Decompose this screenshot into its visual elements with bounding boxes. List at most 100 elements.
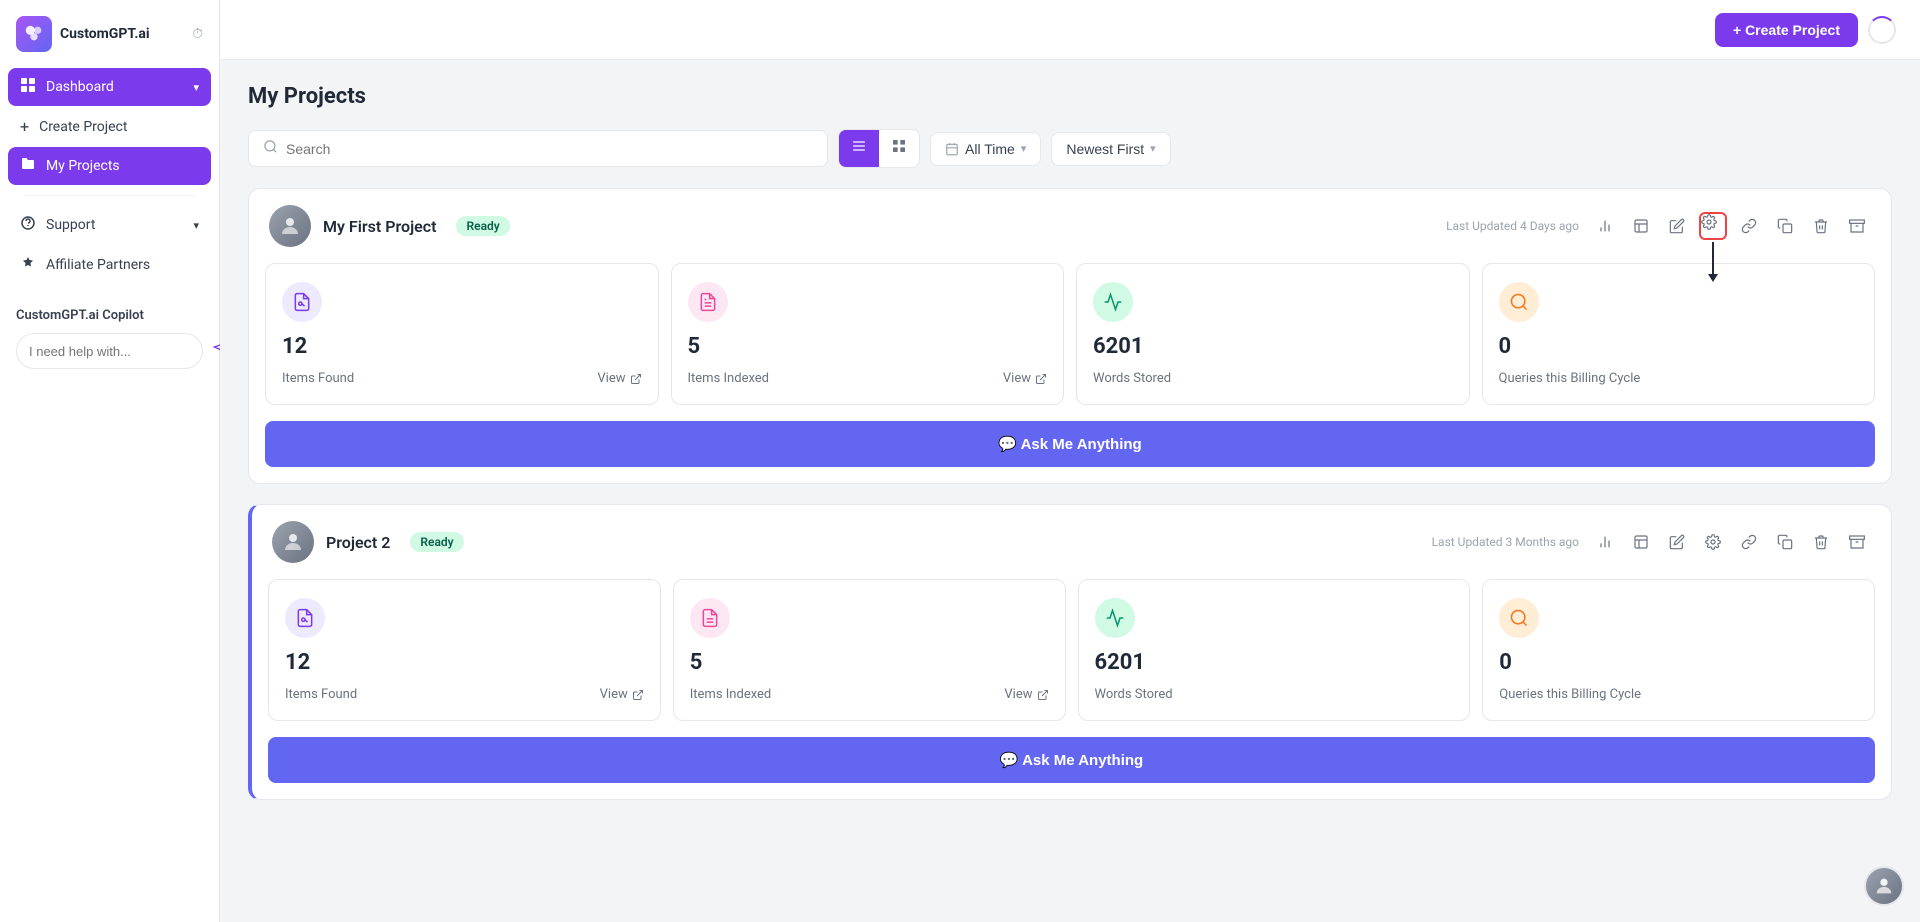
project-1-stat-items-found: 12 Items Found View xyxy=(265,263,659,405)
project-2-queries-label: Queries this Billing Cycle xyxy=(1499,687,1641,702)
project-card-1: My First Project Ready Last Updated 4 Da… xyxy=(248,188,1892,484)
project-2-archive-icon[interactable] xyxy=(1843,528,1871,556)
project-2-items-indexed-number: 5 xyxy=(690,650,1049,675)
project-2-avatar xyxy=(272,521,314,563)
page-title: My Projects xyxy=(248,84,1892,109)
sidebar-item-my-projects[interactable]: My Projects xyxy=(8,147,211,185)
my-projects-label: My Projects xyxy=(46,158,120,174)
project-1-stat-items-indexed: 5 Items Indexed View xyxy=(671,263,1065,405)
items-found-icon-wrap xyxy=(282,282,322,322)
sort-filter-button[interactable]: Newest First ▾ xyxy=(1051,132,1170,166)
time-filter-button[interactable]: All Time ▾ xyxy=(930,132,1041,166)
project-1-avatar xyxy=(269,205,311,247)
create-project-button[interactable]: + Create Project xyxy=(1715,13,1858,47)
items-indexed-icon-wrap xyxy=(688,282,728,322)
copilot-title: CustomGPT.ai Copilot xyxy=(16,308,203,323)
project-1-delete-icon[interactable] xyxy=(1807,212,1835,240)
dashboard-icon xyxy=(20,77,36,97)
project-2-stat-items-indexed: 5 Items Indexed View xyxy=(673,579,1066,721)
sidebar-item-dashboard[interactable]: Dashboard ▾ xyxy=(8,68,211,106)
search-icon xyxy=(263,139,278,158)
project-1-sources-icon[interactable] xyxy=(1627,212,1655,240)
project-1-status: Ready xyxy=(456,216,509,236)
project-2-ask-button[interactable]: 💬 Ask Me Anything xyxy=(268,737,1875,783)
project-2-link-icon[interactable] xyxy=(1735,528,1763,556)
project-1-analytics-icon[interactable] xyxy=(1591,212,1619,240)
project-1-copy-icon[interactable] xyxy=(1771,212,1799,240)
project-2-queries-label-row: Queries this Billing Cycle xyxy=(1499,687,1858,702)
project-2-items-indexed-label-row: Items Indexed View xyxy=(690,687,1049,702)
time-filter-chevron-icon: ▾ xyxy=(1021,142,1027,155)
project-2-words-stored-label-row: Words Stored xyxy=(1095,687,1454,702)
project-2-settings-icon[interactable] xyxy=(1699,528,1727,556)
grid-view-button[interactable] xyxy=(879,130,919,167)
project-2-copy-icon[interactable] xyxy=(1771,528,1799,556)
logo-area: CustomGPT.ai ⏱ xyxy=(0,16,219,68)
sidebar-item-support[interactable]: Support ▾ xyxy=(8,206,211,244)
user-avatar-bottom[interactable] xyxy=(1864,866,1904,906)
project-1-header: My First Project Ready Last Updated 4 Da… xyxy=(249,189,1891,263)
sidebar: CustomGPT.ai ⏱ Dashboard ▾ + Create Proj… xyxy=(0,0,220,922)
p2-items-found-icon-wrap xyxy=(285,598,325,638)
project-2-words-stored-number: 6201 xyxy=(1095,650,1454,675)
project-1-stat-words-stored: 6201 Words Stored xyxy=(1076,263,1470,405)
project-1-items-found-view-link[interactable]: View xyxy=(597,371,641,386)
project-2-items-found-number: 12 xyxy=(285,650,644,675)
project-2-analytics-icon[interactable] xyxy=(1591,528,1619,556)
project-1-words-stored-number: 6201 xyxy=(1093,334,1453,359)
project-1-items-indexed-view-link[interactable]: View xyxy=(1003,371,1047,386)
project-1-items-found-label: Items Found xyxy=(282,371,354,386)
project-1-stats: 12 Items Found View xyxy=(249,263,1891,421)
project-2-items-found-view-link[interactable]: View xyxy=(600,687,644,702)
project-1-items-found-number: 12 xyxy=(282,334,642,359)
nav-divider xyxy=(24,195,195,196)
toolbar: All Time ▾ Newest First ▾ xyxy=(248,129,1892,168)
main-content: + Create Project My Projects xyxy=(220,0,1920,922)
copilot-input-wrap[interactable] xyxy=(16,333,203,369)
project-2-status: Ready xyxy=(410,532,463,552)
project-1-ask-button[interactable]: 💬 Ask Me Anything xyxy=(265,421,1875,467)
dashboard-label: Dashboard xyxy=(46,79,114,95)
create-project-label: Create Project xyxy=(39,119,127,135)
support-label: Support xyxy=(46,217,95,233)
sidebar-item-affiliate[interactable]: Affiliate Partners xyxy=(8,246,211,284)
project-2-items-found-label: Items Found xyxy=(285,687,357,702)
search-input[interactable] xyxy=(286,141,813,157)
project-2-edit-icon[interactable] xyxy=(1663,528,1691,556)
p2-items-indexed-icon-wrap xyxy=(690,598,730,638)
time-filter-label: All Time xyxy=(965,141,1015,157)
project-1-items-found-label-row: Items Found View xyxy=(282,371,642,386)
project-1-settings-icon[interactable] xyxy=(1699,212,1727,240)
project-1-link-icon[interactable] xyxy=(1735,212,1763,240)
search-wrap[interactable] xyxy=(248,130,828,167)
project-1-edit-icon[interactable] xyxy=(1663,212,1691,240)
project-1-queries-label: Queries this Billing Cycle xyxy=(1499,371,1641,386)
project-2-sources-icon[interactable] xyxy=(1627,528,1655,556)
sidebar-item-create-project[interactable]: + Create Project xyxy=(8,108,211,145)
copilot-input[interactable] xyxy=(29,344,205,359)
loading-spinner xyxy=(1868,16,1896,44)
project-1-queries-number: 0 xyxy=(1499,334,1859,359)
clock-icon[interactable]: ⏱ xyxy=(192,26,203,42)
list-view-button[interactable] xyxy=(839,130,879,167)
project-1-words-stored-label-row: Words Stored xyxy=(1093,371,1453,386)
project-1-action-icons xyxy=(1591,212,1871,240)
project-2-header: Project 2 Ready Last Updated 3 Months ag… xyxy=(252,505,1891,579)
affiliate-label: Affiliate Partners xyxy=(46,257,150,273)
project-2-delete-icon[interactable] xyxy=(1807,528,1835,556)
project-2-items-indexed-label: Items Indexed xyxy=(690,687,772,702)
logo-icon xyxy=(16,16,52,52)
project-1-archive-icon[interactable] xyxy=(1843,212,1871,240)
project-1-actions: Last Updated 4 Days ago xyxy=(1446,212,1871,240)
copilot-section: CustomGPT.ai Copilot xyxy=(0,292,219,385)
dashboard-chevron-icon: ▾ xyxy=(193,81,199,94)
project-2-actions: Last Updated 3 Months ago xyxy=(1432,528,1871,556)
project-1-items-indexed-number: 5 xyxy=(688,334,1048,359)
project-2-queries-number: 0 xyxy=(1499,650,1858,675)
project-1-name: My First Project xyxy=(323,217,436,236)
support-icon xyxy=(20,215,36,235)
queries-icon-wrap xyxy=(1499,282,1539,322)
project-2-items-found-label-row: Items Found View xyxy=(285,687,644,702)
support-chevron-icon: ▾ xyxy=(193,219,199,232)
project-2-items-indexed-view-link[interactable]: View xyxy=(1004,687,1048,702)
